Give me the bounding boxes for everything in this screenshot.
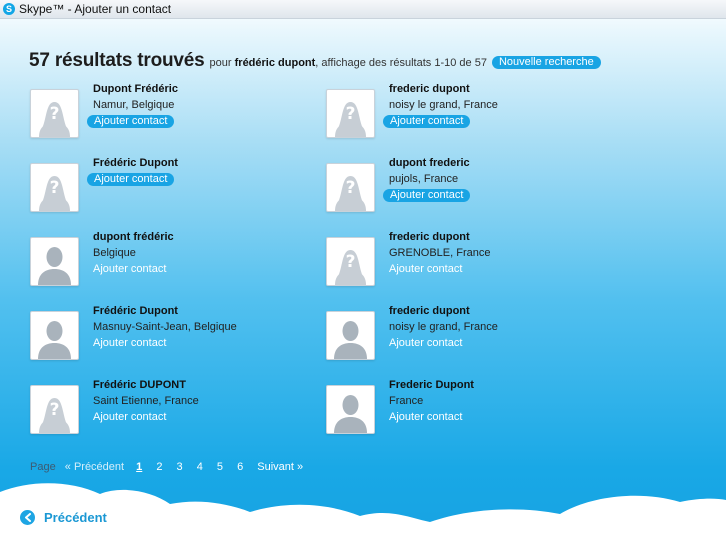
contact-name: Frédéric DUPONT [93, 379, 186, 391]
result-card: ? Frédéric DUPONT Saint Etienne, France … [30, 379, 320, 443]
pagination-previous[interactable]: « Précédent [65, 461, 124, 473]
result-card: Frederic Dupont France Ajouter contact [326, 379, 616, 443]
contact-name: Frédéric Dupont [93, 157, 178, 169]
result-card: ? Dupont Frédéric Namur, Belgique Ajoute… [30, 83, 320, 147]
results-header: 57 résultats trouvés pour frédéric dupon… [29, 50, 601, 72]
unknown-avatar-icon: ? [326, 163, 375, 212]
svg-text:?: ? [50, 400, 60, 420]
window-title: Skype™ - Ajouter un contact [19, 2, 172, 16]
contact-location: Namur, Belgique [93, 99, 175, 111]
svg-text:?: ? [50, 178, 60, 198]
pagination-label: Page [30, 461, 56, 473]
person-avatar-icon [30, 237, 79, 286]
add-contact-button[interactable]: Ajouter contact [383, 337, 468, 350]
svg-text:?: ? [50, 104, 60, 124]
result-card: frederic dupont noisy le grand, France A… [326, 305, 616, 369]
search-query: frédéric dupont [234, 57, 316, 69]
add-contact-button[interactable]: Ajouter contact [87, 337, 172, 350]
back-label: Précédent [44, 510, 107, 525]
contact-name: frederic dupont [389, 83, 470, 95]
contact-name: Frédéric Dupont [93, 305, 178, 317]
page-link-6[interactable]: 6 [237, 461, 243, 473]
page-link-5[interactable]: 5 [217, 461, 223, 473]
result-card: Frédéric Dupont Masnuy-Saint-Jean, Belgi… [30, 305, 320, 369]
svg-text:?: ? [346, 178, 356, 198]
contact-location: France [389, 395, 424, 407]
page-link-1[interactable]: 1 [136, 461, 142, 473]
pagination: Page « Précédent 1 2 3 4 5 6 Suivant » [30, 461, 309, 473]
result-card: ? dupont frederic pujols, France Ajouter… [326, 157, 616, 221]
add-contact-button[interactable]: Ajouter contact [383, 115, 471, 128]
result-card: dupont frédéric Belgique Ajouter contact [30, 231, 320, 295]
unknown-avatar-icon: ? [30, 163, 79, 212]
skype-logo-icon: S [3, 3, 15, 15]
unknown-avatar-icon: ? [30, 385, 79, 434]
page-link-3[interactable]: 3 [177, 461, 183, 473]
unknown-avatar-icon: ? [326, 237, 375, 286]
add-contact-button[interactable]: Ajouter contact [383, 263, 468, 276]
page-link-2[interactable]: 2 [156, 461, 162, 473]
page-link-4[interactable]: 4 [197, 461, 203, 473]
svg-text:?: ? [346, 252, 356, 272]
contact-location: noisy le grand, France [389, 99, 498, 111]
contact-name: dupont frederic [389, 157, 470, 169]
contact-name: frederic dupont [389, 305, 470, 317]
unknown-avatar-icon: ? [30, 89, 79, 138]
result-card: ? Frédéric Dupont Ajouter contact [30, 157, 320, 221]
summary-pour: pour [209, 57, 232, 69]
add-contact-button[interactable]: Ajouter contact [87, 263, 172, 276]
summary-display: , affichage des résultats 1-10 de 57 [315, 57, 487, 69]
contact-location: Masnuy-Saint-Jean, Belgique [93, 321, 237, 333]
contact-location: Belgique [93, 247, 136, 259]
svg-text:?: ? [346, 104, 356, 124]
add-contact-button[interactable]: Ajouter contact [383, 411, 468, 424]
contact-name: frederic dupont [389, 231, 470, 243]
person-avatar-icon [326, 385, 375, 434]
contact-name: Dupont Frédéric [93, 83, 178, 95]
contact-name: Frederic Dupont [389, 379, 474, 391]
contact-name: dupont frédéric [93, 231, 174, 243]
person-avatar-icon [326, 311, 375, 360]
person-avatar-icon [30, 311, 79, 360]
contact-location: pujols, France [389, 173, 459, 185]
add-contact-button[interactable]: Ajouter contact [87, 173, 175, 186]
contact-location: noisy le grand, France [389, 321, 498, 333]
chevron-left-icon [20, 510, 35, 525]
results-summary: pour frédéric dupont, affichage des résu… [210, 57, 487, 69]
add-contact-button[interactable]: Ajouter contact [87, 115, 175, 128]
results-count: 57 résultats trouvés [29, 50, 205, 71]
result-card: ? frederic dupont GRENOBLE, France Ajout… [326, 231, 616, 295]
pagination-next[interactable]: Suivant » [257, 461, 303, 473]
contact-location: GRENOBLE, France [389, 247, 491, 259]
window-titlebar: S Skype™ - Ajouter un contact [0, 0, 726, 19]
contact-location: Saint Etienne, France [93, 395, 199, 407]
back-button[interactable]: Précédent [20, 510, 107, 525]
add-contact-button[interactable]: Ajouter contact [87, 411, 172, 424]
cloud-decoration [0, 483, 726, 533]
new-search-button[interactable]: Nouvelle recherche [491, 56, 601, 69]
add-contact-button[interactable]: Ajouter contact [383, 189, 471, 202]
unknown-avatar-icon: ? [326, 89, 375, 138]
result-card: ? frederic dupont noisy le grand, France… [326, 83, 616, 147]
